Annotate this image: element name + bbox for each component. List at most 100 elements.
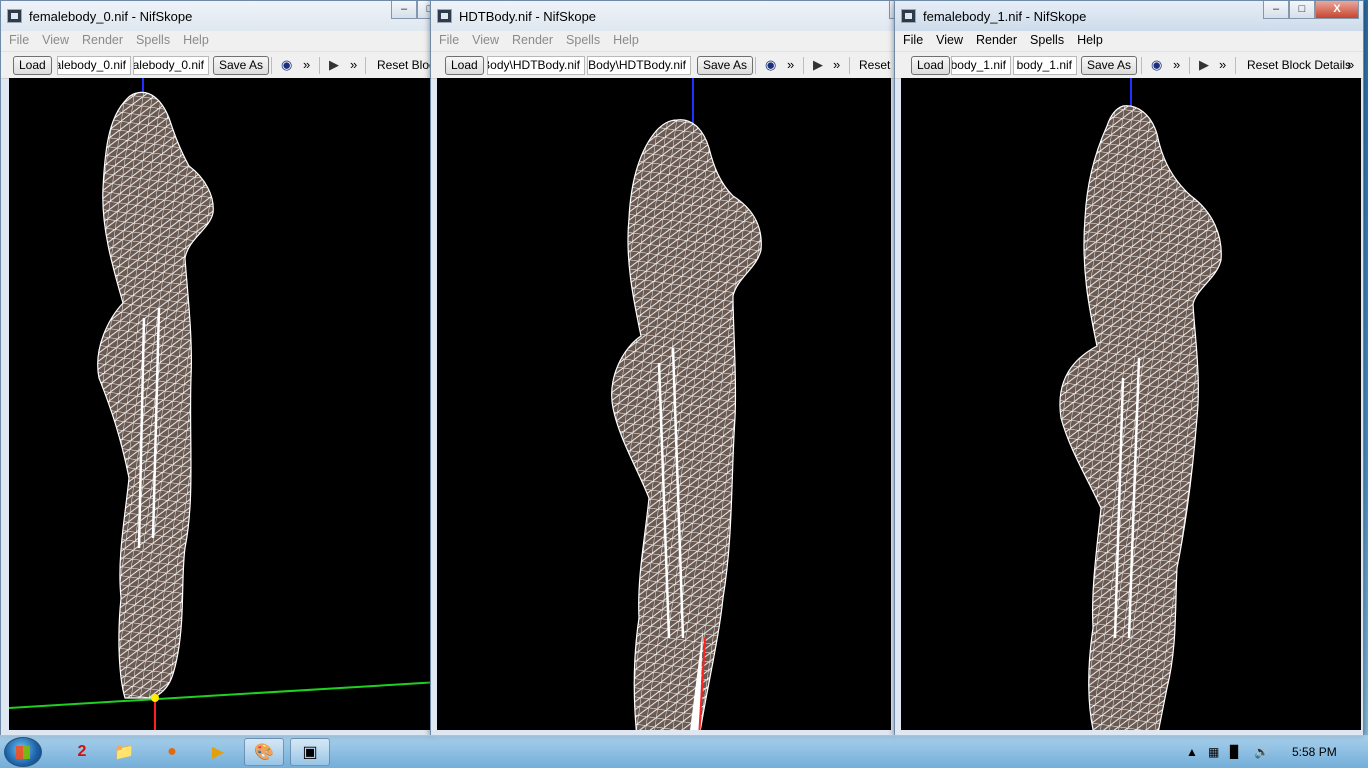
menu-spells[interactable]: Spells xyxy=(132,31,179,51)
separator xyxy=(1189,57,1190,74)
more-icon[interactable]: » xyxy=(1347,57,1354,73)
notification-badge[interactable]: 2 xyxy=(62,738,102,766)
more-icon[interactable]: » xyxy=(1219,57,1226,73)
maximize-button[interactable]: □ xyxy=(1289,1,1315,19)
toolbar: Load alebody_0.nif alebody_0.nif Save As… xyxy=(1,52,435,79)
load-button[interactable]: Load xyxy=(445,56,484,75)
network-icon[interactable]: ▉ xyxy=(1230,745,1239,759)
render-viewport[interactable] xyxy=(901,78,1361,730)
toolbar: Load ΓBody\HDTBody.nif TBody\HDTBody.nif… xyxy=(431,52,895,79)
menu-view[interactable]: View xyxy=(38,31,78,51)
menu-render[interactable]: Render xyxy=(508,31,562,51)
paint-icon[interactable]: 🎨 xyxy=(244,738,284,766)
mesh-view xyxy=(9,78,431,730)
save-path-text: body_1.nif xyxy=(1016,58,1072,72)
explorer-icon[interactable]: 📁 xyxy=(104,738,144,766)
nifskope-window-1[interactable]: femalebody_0.nif - NifSkope – □ File Vie… xyxy=(0,0,436,737)
menu-spells[interactable]: Spells xyxy=(562,31,609,51)
nifskope-app-icon xyxy=(901,9,916,23)
load-button[interactable]: Load xyxy=(911,56,950,75)
menu-file[interactable]: File xyxy=(899,31,932,51)
clock[interactable]: 5:58 PM xyxy=(1292,745,1337,759)
volume-icon[interactable]: 🔊 xyxy=(1254,745,1269,759)
system-tray: ▲ ▦ ▉ 🔊 5:58 PM xyxy=(1168,736,1368,768)
menu-render[interactable]: Render xyxy=(78,31,132,51)
save-as-button[interactable]: Save As xyxy=(213,56,270,75)
window-title: femalebody_0.nif - NifSkope xyxy=(29,9,193,24)
separator xyxy=(755,57,756,74)
save-as-button[interactable]: Save As xyxy=(697,56,754,75)
action-center-icon[interactable]: ▦ xyxy=(1208,745,1219,759)
load-path-text: alebody_0.nif xyxy=(57,58,126,72)
start-button[interactable] xyxy=(4,737,42,767)
eye-icon[interactable]: ◉ xyxy=(281,57,292,73)
badge-number: 2 xyxy=(77,743,87,760)
menu-help[interactable]: Help xyxy=(179,31,218,51)
separator xyxy=(803,57,804,74)
save-as-button[interactable]: Save As xyxy=(1081,56,1138,75)
render-viewport[interactable] xyxy=(9,78,431,730)
save-path-field[interactable]: body_1.nif xyxy=(1013,56,1077,75)
nifskope-app-icon xyxy=(7,9,22,23)
separator xyxy=(849,57,850,74)
menu-spells[interactable]: Spells xyxy=(1026,31,1073,51)
load-path-text: ΓBody\HDTBody.nif xyxy=(488,58,580,72)
firefox-icon[interactable]: ● xyxy=(152,738,192,766)
menu-render[interactable]: Render xyxy=(972,31,1026,51)
more-icon[interactable]: » xyxy=(350,57,357,73)
title-bar[interactable]: femalebody_0.nif - NifSkope – □ xyxy=(1,1,435,31)
eye-icon[interactable]: ◉ xyxy=(765,57,776,73)
reset-block-details-button[interactable]: Reset xyxy=(859,58,890,72)
eye-icon[interactable]: ◉ xyxy=(1151,57,1162,73)
load-path-field[interactable]: ΓBody\HDTBody.nif xyxy=(487,56,585,75)
menu-bar: File View Render Spells Help xyxy=(895,31,1363,52)
y-axis xyxy=(9,681,431,709)
nifskope-window-2[interactable]: HDTBody.nif - NifSkope – File View Rende… xyxy=(430,0,896,737)
nifskope-window-3[interactable]: femalebody_1.nif - NifSkope – □ X File V… xyxy=(894,0,1364,737)
play-icon[interactable]: ▶ xyxy=(813,57,823,73)
more-icon[interactable]: » xyxy=(303,57,310,73)
separator xyxy=(365,57,366,74)
separator xyxy=(271,57,272,74)
title-bar[interactable]: femalebody_1.nif - NifSkope – □ X xyxy=(895,1,1363,31)
close-button[interactable]: X xyxy=(1315,1,1359,19)
toolbar: Load body_1.nif body_1.nif Save As ◉ » ▶… xyxy=(895,52,1363,79)
save-path-field[interactable]: alebody_0.nif xyxy=(133,56,209,75)
minimize-button[interactable]: – xyxy=(391,1,417,19)
show-hidden-icons-icon[interactable]: ▲ xyxy=(1186,745,1198,759)
more-icon[interactable]: » xyxy=(787,57,794,73)
save-path-text: alebody_0.nif xyxy=(133,58,204,72)
save-path-field[interactable]: TBody\HDTBody.nif xyxy=(587,56,691,75)
title-bar[interactable]: HDTBody.nif - NifSkope – xyxy=(431,1,895,31)
load-path-field[interactable]: body_1.nif xyxy=(951,56,1011,75)
load-path-field[interactable]: alebody_0.nif xyxy=(57,56,131,75)
load-button[interactable]: Load xyxy=(13,56,52,75)
origin-point xyxy=(151,694,159,702)
separator xyxy=(319,57,320,74)
more-icon[interactable]: » xyxy=(833,57,840,73)
play-icon[interactable]: ▶ xyxy=(1199,57,1209,73)
media-player-icon[interactable]: ▶ xyxy=(198,738,238,766)
menu-bar: File View Render Spells Help xyxy=(1,31,435,52)
menu-help[interactable]: Help xyxy=(609,31,648,51)
separator xyxy=(1235,57,1236,74)
save-path-text: TBody\HDTBody.nif xyxy=(587,58,686,72)
menu-view[interactable]: View xyxy=(468,31,508,51)
body-mesh xyxy=(1059,105,1222,730)
play-icon[interactable]: ▶ xyxy=(329,57,339,73)
reset-block-details-button[interactable]: Reset Block Details xyxy=(1247,58,1351,72)
separator xyxy=(1141,57,1142,74)
nifskope-icon[interactable]: ▣ xyxy=(290,738,330,766)
mesh-view xyxy=(611,78,762,730)
menu-view[interactable]: View xyxy=(932,31,972,51)
menu-file[interactable]: File xyxy=(435,31,468,51)
more-icon[interactable]: » xyxy=(1173,57,1180,73)
menu-help[interactable]: Help xyxy=(1073,31,1112,51)
nifskope-app-icon xyxy=(437,9,452,23)
reset-block-details-button[interactable]: Reset Block xyxy=(377,58,435,72)
menu-bar: File View Render Spells Help xyxy=(431,31,895,52)
load-path-text: body_1.nif xyxy=(951,58,1006,72)
render-viewport[interactable] xyxy=(437,78,891,730)
minimize-button[interactable]: – xyxy=(1263,1,1289,19)
menu-file[interactable]: File xyxy=(5,31,38,51)
